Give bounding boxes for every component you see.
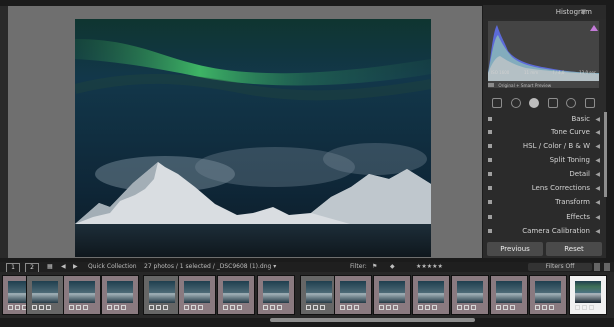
photo-status[interactable]: 27 photos / 1 selected / _DSC9608 (1).dn… xyxy=(144,262,276,272)
section-handle-icon xyxy=(488,229,492,233)
preview-text: Original + Smart Preview xyxy=(498,83,552,88)
graduated-filter-icon[interactable] xyxy=(547,97,558,108)
thumbnail[interactable] xyxy=(451,275,489,315)
collapse-triangle-icon[interactable]: ◀ xyxy=(595,182,600,195)
section-tone-curve[interactable]: Tone Curve ◀ xyxy=(483,126,606,139)
section-split-toning[interactable]: Split Toning ◀ xyxy=(483,154,606,167)
section-hsl[interactable]: HSL / Color / B & W ◀ xyxy=(483,140,606,153)
thumbnail[interactable] xyxy=(412,275,450,315)
section-handle-icon xyxy=(488,158,492,162)
main-photo xyxy=(75,19,431,257)
thumbnail[interactable] xyxy=(490,275,528,315)
section-label: Detail xyxy=(569,170,590,178)
collapse-triangle-icon[interactable]: ◀ xyxy=(595,225,600,238)
exif-aperture: f / 4,0 xyxy=(552,70,565,75)
section-detail[interactable]: Detail ◀ xyxy=(483,168,606,181)
histogram-collapse-icon[interactable]: ▼ xyxy=(581,5,600,19)
left-panel-strip[interactable] xyxy=(0,6,8,258)
radial-filter-icon[interactable] xyxy=(566,97,577,108)
exif-iso: ISO 1600 xyxy=(491,70,510,75)
thumbnail[interactable] xyxy=(143,275,181,315)
section-label: Basic xyxy=(571,115,590,123)
section-handle-icon xyxy=(488,200,492,204)
thumbnail[interactable] xyxy=(26,275,64,315)
section-label: Split Toning xyxy=(549,156,590,164)
thumbnail[interactable] xyxy=(334,275,372,315)
section-handle-icon xyxy=(488,172,492,176)
thumbnail[interactable] xyxy=(101,275,139,315)
filmstrip-toolbar: 1 2 ▦ ◀ ▶ Quick Collection 27 photos / 1… xyxy=(0,262,614,273)
filmstrip xyxy=(0,272,614,318)
section-transform[interactable]: Transform ◀ xyxy=(483,196,606,209)
thumbnail[interactable] xyxy=(178,275,216,315)
red-eye-icon[interactable] xyxy=(529,97,540,108)
section-label: Lens Corrections xyxy=(531,184,590,192)
filmstrip-menu-icon[interactable] xyxy=(604,263,610,271)
filmstrip-scrollbar[interactable] xyxy=(270,318,475,322)
quick-collection-label[interactable]: Quick Collection xyxy=(88,262,137,272)
exif-focal: 11 mm xyxy=(523,70,539,75)
previous-button[interactable]: Previous xyxy=(487,242,543,256)
forward-icon[interactable]: ▶ xyxy=(73,262,78,272)
thumbnail[interactable] xyxy=(257,275,295,315)
adjustment-brush-icon[interactable] xyxy=(584,97,595,108)
section-label: HSL / Color / B & W xyxy=(522,142,590,150)
exif-row: ISO 1600 11 mm f / 4,0 13,0 sec xyxy=(488,70,599,78)
section-lens-corrections[interactable]: Lens Corrections ◀ xyxy=(483,182,606,195)
aurora-photo xyxy=(75,19,431,257)
section-label: Transform xyxy=(555,198,590,206)
panel-button-bar: Previous Reset xyxy=(483,239,606,258)
collapse-triangle-icon[interactable]: ◀ xyxy=(595,168,600,181)
collapse-triangle-icon[interactable]: ◀ xyxy=(595,140,600,153)
exif-shutter: 13,0 sec xyxy=(579,70,596,75)
collapse-triangle-icon[interactable]: ◀ xyxy=(595,211,600,224)
section-handle-icon xyxy=(488,130,492,134)
crop-tool-icon[interactable] xyxy=(492,97,503,108)
smart-preview-status: Original + Smart Preview xyxy=(488,82,599,90)
grid-icon[interactable]: ▦ xyxy=(47,262,53,272)
section-label: Effects xyxy=(566,213,590,221)
histogram-header[interactable]: Histogram ▼ xyxy=(483,5,606,19)
section-effects[interactable]: Effects ◀ xyxy=(483,211,606,224)
back-icon[interactable]: ◀ xyxy=(61,262,66,272)
section-handle-icon xyxy=(488,215,492,219)
thumbnail[interactable] xyxy=(300,275,338,315)
spot-removal-icon[interactable] xyxy=(510,97,521,108)
collapse-triangle-icon[interactable]: ◀ xyxy=(595,154,600,167)
section-handle-icon xyxy=(488,186,492,190)
loupe-canvas xyxy=(8,6,482,258)
section-handle-icon xyxy=(488,117,492,121)
section-handle-icon xyxy=(488,144,492,148)
selected-thumbnail[interactable] xyxy=(569,275,607,315)
thumbnail[interactable] xyxy=(63,275,101,315)
collapse-triangle-icon[interactable]: ◀ xyxy=(595,126,600,139)
section-label: Camera Calibration xyxy=(522,227,590,235)
flag-filter-icon[interactable]: ⚑ xyxy=(372,262,377,272)
develop-right-panel: Histogram ▼ ISO 1600 11 mm f / 4,0 13,0 … xyxy=(483,5,606,258)
filter-label: Filter: xyxy=(350,263,367,270)
filters-off-dropdown[interactable]: Filters Off xyxy=(528,263,592,271)
collapse-triangle-icon[interactable]: ◀ xyxy=(595,113,600,126)
rating-filter-icon[interactable]: ★★★★★ xyxy=(416,262,443,272)
right-panel-scrollbar[interactable] xyxy=(604,112,607,197)
preview-icon xyxy=(488,83,494,87)
thumbnail[interactable] xyxy=(529,275,567,315)
reset-button[interactable]: Reset xyxy=(546,242,602,256)
color-filter-icon[interactable]: ◆ xyxy=(390,262,395,272)
thumbnail[interactable] xyxy=(217,275,255,315)
filter-lock-icon[interactable] xyxy=(594,263,600,271)
collapse-triangle-icon[interactable]: ◀ xyxy=(595,196,600,209)
section-camera-calibration[interactable]: Camera Calibration ◀ xyxy=(483,225,606,238)
thumbnail[interactable] xyxy=(373,275,411,315)
develop-tools xyxy=(488,95,599,110)
section-label: Tone Curve xyxy=(551,128,590,136)
section-basic[interactable]: Basic ◀ xyxy=(483,113,606,126)
